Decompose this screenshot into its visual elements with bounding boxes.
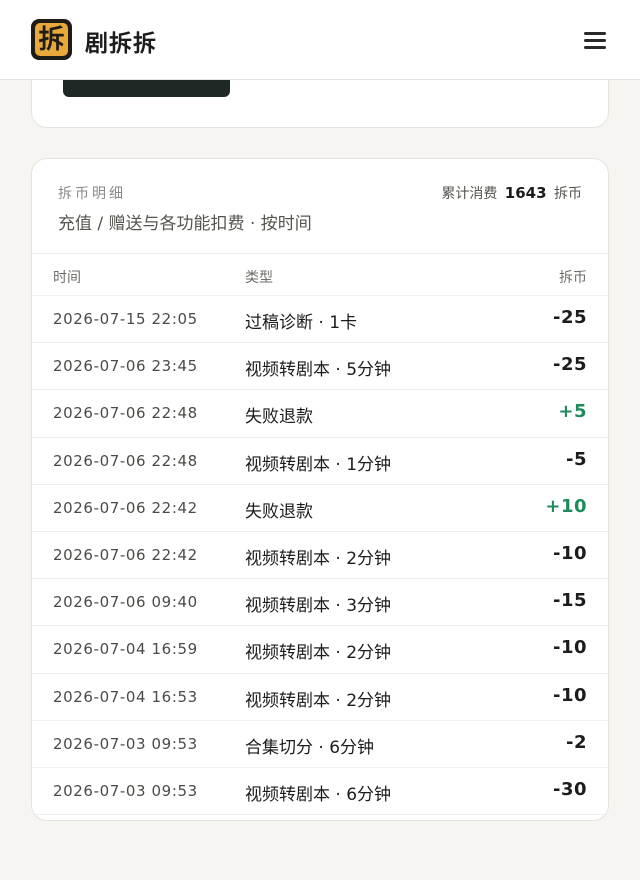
column-amount: 拆币 [559, 270, 587, 286]
total-value: 1643 [504, 184, 547, 202]
row-time: 2026-07-06 09:40 [53, 593, 198, 612]
row-time: 2026-07-04 16:59 [53, 640, 198, 659]
row-amount: -25 [552, 307, 587, 328]
row-type: 视频转剧本 · 5分钟 [245, 360, 392, 381]
row-type: 视频转剧本 · 6分钟 [245, 784, 392, 805]
table-row: 2026-07-06 22:48 失败退款 +5 [32, 390, 608, 438]
row-time: 2026-07-06 23:45 [53, 357, 198, 376]
table-row: 2026-07-06 22:42 失败退款 +10 [32, 485, 608, 532]
hamburger-menu-icon-bar [584, 39, 606, 42]
row-type: 视频转剧本 · 1分钟 [245, 454, 392, 475]
menu-button[interactable] [580, 28, 610, 52]
table-row: 2026-07-04 16:59 视频转剧本 · 2分钟 -10 [32, 626, 608, 674]
row-amount: -2 [566, 731, 587, 753]
row-type: 过稿诊断 · 1卡 [245, 313, 358, 333]
table-row: 2026-07-04 16:53 视频转剧本 · 2分钟 -10 [32, 674, 608, 721]
table-row: 2026-07-06 22:42 视频转剧本 · 2分钟 -10 [32, 532, 608, 580]
ledger-rows: 2026-07-15 22:05 过稿诊断 · 1卡 -25 2026-07-06 2… [32, 296, 608, 816]
row-type: 视频转剧本 · 2分钟 [245, 690, 392, 711]
ledger-title: 拆币明细 [58, 186, 126, 202]
ledger-subtitle: 充值 / 赠送与各功能扣费 · 按时间 [58, 214, 312, 234]
row-type: 合集切分 · 6分钟 [245, 737, 375, 758]
app-header: 拆 剧拆拆 [0, 0, 640, 80]
table-row: 2026-07-03 09:53 合集切分 · 6分钟 -2 [32, 721, 608, 768]
table-row: 2026-07-06 22:48 视频转剧本 · 1分钟 -5 [32, 438, 608, 485]
ledger-total: 累计消费 1643 拆币 [441, 183, 582, 203]
row-amount: -10 [552, 542, 587, 564]
row-amount: -25 [552, 354, 587, 376]
ledger-header: 拆币明细 充值 / 赠送与各功能扣费 · 按时间 累计消费 1643 拆币 [32, 159, 608, 254]
row-type: 视频转剧本 · 3分钟 [245, 596, 392, 617]
row-amount: -10 [552, 684, 587, 706]
row-time: 2026-07-03 09:53 [53, 734, 198, 753]
column-type: 类型 [245, 270, 273, 286]
row-type: 视频转剧本 · 2分钟 [245, 643, 392, 664]
row-amount: -10 [552, 637, 587, 659]
row-amount: -30 [552, 778, 587, 800]
brand-name[interactable]: 剧拆拆 [85, 24, 157, 58]
row-time: 2026-07-15 22:05 [53, 310, 198, 328]
hamburger-menu-icon-bar [584, 46, 606, 49]
row-time: 2026-07-06 22:48 [53, 451, 198, 470]
row-amount: -5 [566, 448, 587, 470]
row-time: 2026-07-06 22:42 [53, 545, 198, 564]
table-header: 时间 类型 拆币 [32, 254, 608, 296]
row-time: 2026-07-06 22:42 [53, 498, 198, 517]
row-time: 2026-07-06 22:48 [53, 404, 198, 423]
hamburger-menu-icon [584, 32, 606, 35]
row-time: 2026-07-03 09:53 [53, 781, 198, 800]
row-amount: -15 [552, 590, 587, 612]
logo-icon: 拆 [35, 23, 68, 56]
coin-ledger-card: 拆币明细 充值 / 赠送与各功能扣费 · 按时间 累计消费 1643 拆币 时间… [31, 158, 609, 821]
row-amount: +10 [545, 495, 587, 517]
table-row: 2026-07-06 23:45 视频转剧本 · 5分钟 -25 [32, 343, 608, 391]
total-label: 累计消费 [441, 186, 498, 202]
row-amount: +5 [558, 401, 587, 423]
row-type: 失败退款 [245, 407, 313, 428]
column-time: 时间 [53, 270, 81, 286]
app-logo[interactable]: 拆 [31, 19, 72, 60]
row-type: 失败退款 [245, 501, 313, 522]
row-time: 2026-07-04 16:53 [53, 687, 198, 706]
table-row: 2026-07-15 22:05 过稿诊断 · 1卡 -25 [32, 296, 608, 344]
table-row: 2026-07-03 09:53 视频转剧本 · 6分钟 -30 [32, 768, 608, 816]
total-unit: 拆币 [554, 186, 582, 202]
row-type: 视频转剧本 · 2分钟 [245, 548, 392, 569]
table-row: 2026-07-06 09:40 视频转剧本 · 3分钟 -15 [32, 579, 608, 627]
